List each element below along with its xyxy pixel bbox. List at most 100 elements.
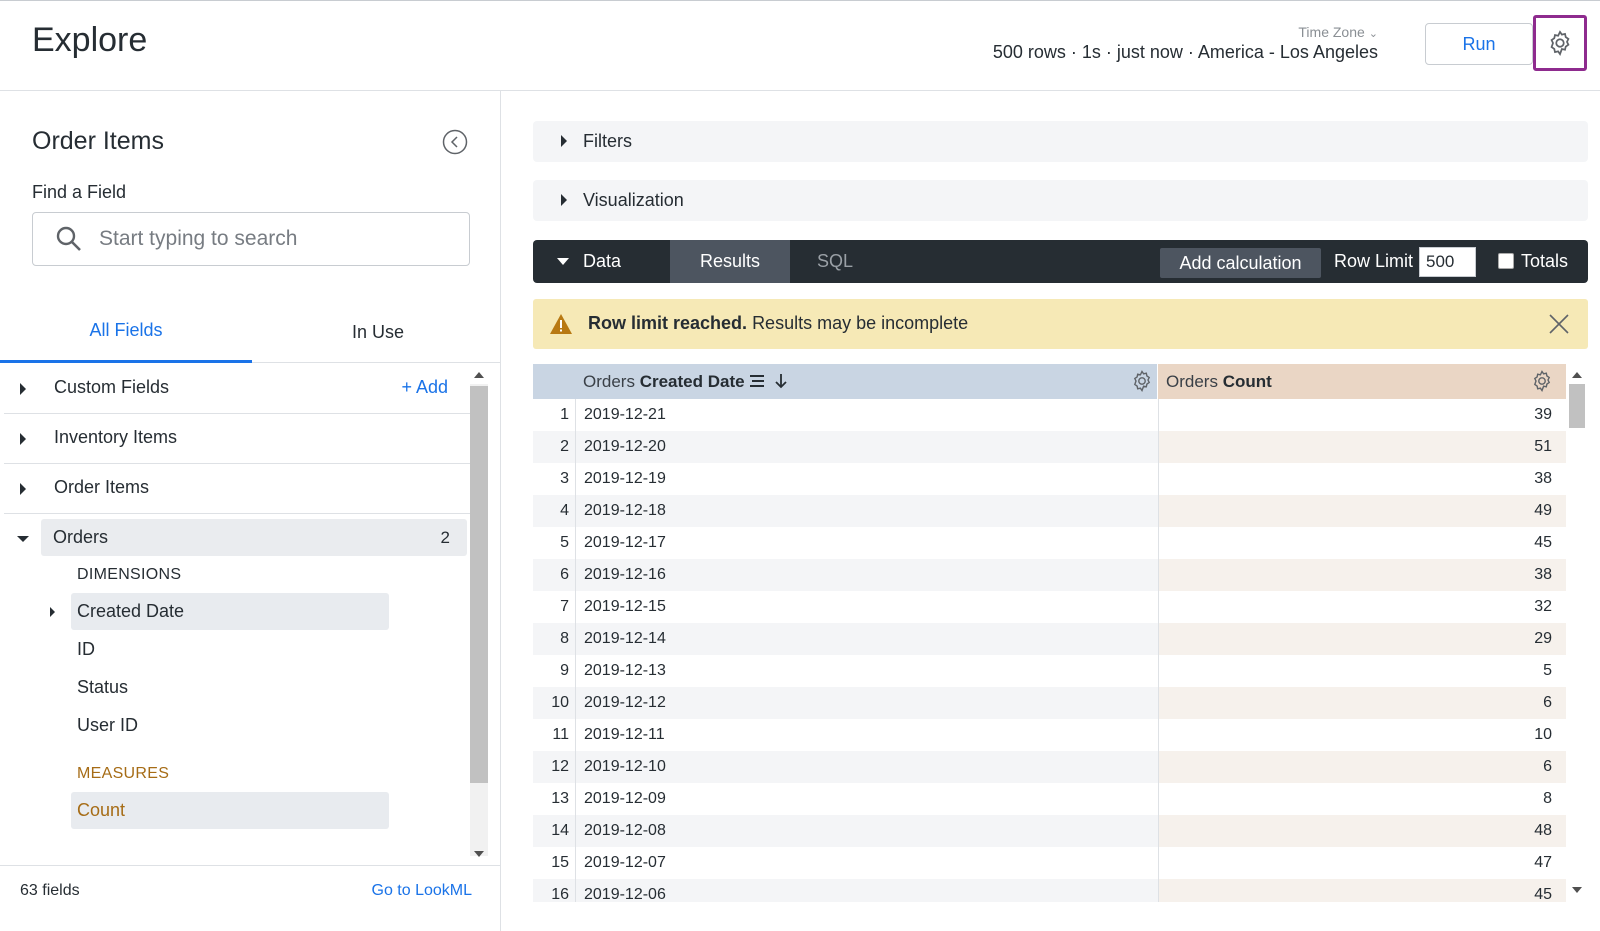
- warning-text: Row limit reached. Results may be incomp…: [588, 313, 968, 334]
- table-row[interactable]: 9 2019-12-13 5: [533, 655, 1566, 687]
- go-to-lookml-link[interactable]: Go to LookML: [372, 882, 473, 900]
- header-field-name: Count: [1222, 372, 1272, 391]
- time-zone-label: Time Zone: [1298, 24, 1365, 40]
- filters-section[interactable]: Filters: [533, 121, 1588, 162]
- row-number: 3: [533, 463, 575, 495]
- header-view-name: Orders: [583, 372, 635, 391]
- scroll-down-icon[interactable]: [1572, 887, 1582, 893]
- cell-orders-count: 8: [1158, 783, 1566, 815]
- caret-right-icon: [561, 135, 567, 147]
- row-number: 7: [533, 591, 575, 623]
- caret-down-icon[interactable]: [557, 258, 569, 265]
- search-input[interactable]: [99, 213, 459, 265]
- totals-label: Totals: [1521, 251, 1569, 271]
- row-number: 13: [533, 783, 575, 815]
- scroll-up-icon[interactable]: [474, 372, 484, 378]
- gear-icon[interactable]: [1130, 369, 1154, 393]
- caret-down-icon: [17, 536, 29, 542]
- row-number: 16: [533, 879, 575, 902]
- field-search: [32, 212, 470, 266]
- totals-checkbox[interactable]: [1498, 253, 1514, 269]
- view-label: Inventory Items: [54, 427, 178, 447]
- tab-in-use[interactable]: In Use: [252, 301, 504, 363]
- time-zone-selector[interactable]: Time Zone ⌄: [1298, 24, 1378, 40]
- cell-created-date: 2019-12-06: [575, 879, 1158, 902]
- in-use-count: 2: [440, 528, 450, 547]
- cell-created-date: 2019-12-10: [575, 751, 1158, 783]
- collapse-panel-icon[interactable]: [442, 129, 468, 155]
- view-custom-fields[interactable]: Custom Fields + Add: [4, 364, 478, 414]
- row-number: 10: [533, 687, 575, 719]
- scroll-thumb[interactable]: [470, 386, 488, 783]
- view-inventory-items[interactable]: Inventory Items: [4, 414, 478, 464]
- view-label: Orders: [53, 527, 109, 547]
- table-row[interactable]: 2 2019-12-20 51: [533, 431, 1566, 463]
- table-row[interactable]: 13 2019-12-09 8: [533, 783, 1566, 815]
- caret-right-icon: [20, 383, 26, 395]
- field-count[interactable]: Count: [71, 792, 389, 829]
- sort-descending-icon[interactable]: [774, 373, 788, 389]
- results-scrollbar[interactable]: [1566, 364, 1588, 902]
- find-field-label: Find a Field: [32, 182, 127, 202]
- field-list-scrollbar[interactable]: [470, 364, 488, 866]
- column-header-created-date[interactable]: Orders Created Date: [575, 364, 1157, 399]
- table-row[interactable]: 1 2019-12-21 39: [533, 399, 1566, 431]
- table-row[interactable]: 5 2019-12-17 45: [533, 527, 1566, 559]
- table-row[interactable]: 7 2019-12-15 32: [533, 591, 1566, 623]
- warning-icon: [550, 314, 572, 334]
- grid-header: Orders Created Date Orders Count: [533, 364, 1566, 399]
- view-orders[interactable]: Orders 2: [41, 519, 467, 556]
- settings-button[interactable]: [1533, 15, 1587, 71]
- tab-results[interactable]: Results: [670, 240, 790, 283]
- tab-sql[interactable]: SQL: [795, 240, 875, 283]
- table-row[interactable]: 11 2019-12-11 10: [533, 719, 1566, 751]
- row-limit-input[interactable]: [1419, 247, 1476, 277]
- field-tabs: All Fields In Use: [0, 301, 500, 363]
- row-number: 12: [533, 751, 575, 783]
- close-icon[interactable]: [1548, 313, 1570, 335]
- table-row[interactable]: 15 2019-12-07 47: [533, 847, 1566, 879]
- scroll-thumb[interactable]: [1569, 384, 1585, 428]
- dimensions-group-label: DIMENSIONS: [77, 566, 182, 583]
- caret-right-icon: [20, 433, 26, 445]
- scroll-down-icon[interactable]: [474, 851, 484, 857]
- cell-orders-count: 39: [1158, 399, 1566, 431]
- cell-orders-count: 47: [1158, 847, 1566, 879]
- row-number: 11: [533, 719, 575, 751]
- visualization-section[interactable]: Visualization: [533, 180, 1588, 221]
- field-user-id[interactable]: User ID: [71, 707, 389, 744]
- field-label: Count: [77, 800, 126, 820]
- field-picker-panel: Order Items Find a Field All Fields In U…: [0, 91, 501, 931]
- add-calculation-button[interactable]: Add calculation: [1160, 248, 1321, 278]
- gear-icon[interactable]: [1530, 369, 1554, 393]
- data-section-label[interactable]: Data: [583, 251, 621, 272]
- table-row[interactable]: 6 2019-12-16 38: [533, 559, 1566, 591]
- table-row[interactable]: 8 2019-12-14 29: [533, 623, 1566, 655]
- table-row[interactable]: 14 2019-12-08 48: [533, 815, 1566, 847]
- field-id[interactable]: ID: [71, 631, 389, 668]
- field-label: Created Date: [77, 601, 185, 621]
- field-list: Custom Fields + Add Inventory Items Orde…: [0, 364, 478, 876]
- run-button[interactable]: Run: [1425, 23, 1533, 65]
- visualization-label: Visualization: [583, 190, 684, 210]
- cell-created-date: 2019-12-14: [575, 623, 1158, 655]
- column-header-orders-count[interactable]: Orders Count: [1158, 364, 1566, 399]
- field-created-date[interactable]: Created Date: [71, 593, 389, 630]
- row-number: 4: [533, 495, 575, 527]
- row-number: 2: [533, 431, 575, 463]
- add-custom-field-button[interactable]: + Add: [401, 377, 448, 398]
- table-row[interactable]: 12 2019-12-10 6: [533, 751, 1566, 783]
- table-row[interactable]: 3 2019-12-19 38: [533, 463, 1566, 495]
- header-field-name: Created Date: [639, 372, 745, 391]
- caret-right-icon[interactable]: [50, 607, 55, 617]
- field-status[interactable]: Status: [71, 669, 389, 706]
- cell-created-date: 2019-12-16: [575, 559, 1158, 591]
- scroll-up-icon[interactable]: [1572, 372, 1582, 378]
- table-row[interactable]: 10 2019-12-12 6: [533, 687, 1566, 719]
- table-row[interactable]: 4 2019-12-18 49: [533, 495, 1566, 527]
- field-label: User ID: [77, 715, 139, 735]
- tab-all-fields[interactable]: All Fields: [0, 301, 252, 363]
- table-row[interactable]: 16 2019-12-06 45: [533, 879, 1566, 902]
- view-label: Order Items: [54, 477, 150, 497]
- view-order-items[interactable]: Order Items: [4, 464, 478, 514]
